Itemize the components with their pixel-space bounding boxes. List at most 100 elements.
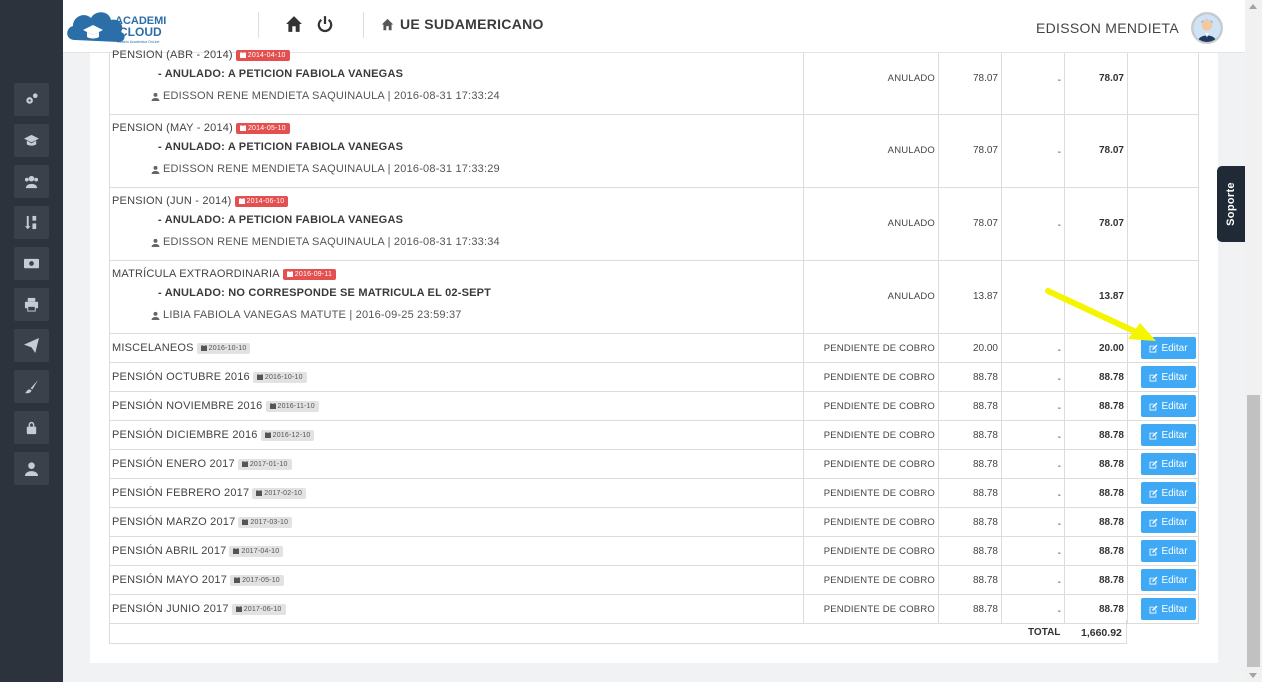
- calendar-icon: [239, 52, 246, 59]
- discount-cell: -: [1057, 519, 1061, 530]
- status-text: PENDIENTE DE COBRO: [823, 604, 935, 615]
- sidebar-button-money[interactable]: [14, 247, 49, 280]
- item-title: PENSIÓN FEBRERO 2017 2017-02-10: [112, 487, 307, 499]
- cancelled-by: EDISSON RENE MENDIETA SAQUINAULA | 2016-…: [151, 90, 500, 102]
- cancelled-by: LIBIA FABIOLA VANEGAS MATUTE | 2016-09-2…: [151, 309, 462, 321]
- date-badge-text: 2017-04-10: [241, 547, 280, 555]
- cancelled-by-text: LIBIA FABIOLA VANEGAS MATUTE | 2016-09-2…: [163, 309, 462, 321]
- header-divider: [258, 12, 259, 38]
- scroll-up-arrow[interactable]: [1249, 4, 1257, 9]
- sidebar-button-users[interactable]: [14, 165, 49, 198]
- sidebar-button-lock[interactable]: [14, 411, 49, 444]
- support-tab[interactable]: Soporte: [1217, 166, 1245, 242]
- cancelled-by-text: EDISSON RENE MENDIETA SAQUINAULA | 2016-…: [163, 163, 500, 175]
- date-badge-text: 2014-06-10: [246, 197, 285, 205]
- value-cell: 88.78: [972, 430, 998, 441]
- table-cell: [1001, 566, 1064, 594]
- status-text: PENDIENTE DE COBRO: [823, 488, 935, 499]
- cancel-reason: - ANULADO: NO CORRESPONDE SE MATRICULA E…: [158, 287, 492, 299]
- date-badge-text: 2016-11-10: [277, 402, 315, 410]
- edit-icon: [1150, 547, 1158, 555]
- date-badge-text: 2017-02-10: [264, 489, 303, 497]
- item-title: PENSIÓN ENERO 2017 2017-01-10: [112, 458, 292, 470]
- edit-button[interactable]: Editar: [1141, 540, 1196, 562]
- sidebar-button-user[interactable]: [14, 452, 49, 485]
- item-title: MATRÍCULA EXTRAORDINARIA 2016-09-11: [112, 268, 337, 280]
- item-title: PENSION (JUN - 2014) 2014-06-10: [112, 195, 289, 207]
- edit-button[interactable]: Editar: [1141, 424, 1196, 446]
- edit-icon: [1150, 576, 1158, 584]
- item-title: PENSIÓN DICIEMBRE 2016 2016-12-10: [112, 429, 315, 441]
- scroll-down-arrow[interactable]: [1249, 673, 1257, 678]
- total-cell: 88.78: [1098, 430, 1124, 441]
- avatar[interactable]: [1191, 12, 1223, 44]
- total-cell: 88.78: [1098, 575, 1124, 586]
- item-name: PENSIÓN NOVIEMBRE 2016: [112, 400, 263, 412]
- table-row: PENSION (JUN - 2014) 2014-06-10 - ANULADO:…: [109, 188, 1199, 261]
- edit-button[interactable]: Editar: [1141, 453, 1196, 475]
- table-row: PENSIÓN NOVIEMBRE 2016 2016-11-10 PENDIENT…: [109, 392, 1199, 421]
- status-text: PENDIENTE DE COBRO: [823, 372, 935, 383]
- username[interactable]: EDISSON MENDIETA: [1036, 20, 1179, 36]
- total-label: TOTAL: [1028, 627, 1061, 638]
- edit-button[interactable]: Editar: [1141, 482, 1196, 504]
- scrollbar-thumb[interactable]: [1247, 395, 1260, 667]
- item-name: PENSIÓN JUNIO 2017: [112, 603, 229, 615]
- home-icon: [381, 18, 394, 30]
- value-cell: 78.07: [972, 145, 998, 156]
- cogs-icon: [26, 93, 38, 104]
- edit-button-label: Editar: [1161, 574, 1188, 586]
- value-cell: 88.78: [972, 604, 998, 615]
- discount-cell: -: [1057, 461, 1061, 472]
- value-cell: 88.78: [972, 546, 998, 557]
- edit-button[interactable]: Editar: [1141, 366, 1196, 388]
- item-name: PENSIÓN MARZO 2017: [112, 516, 236, 528]
- table-row: PENSIÓN MAYO 2017 2017-05-10 PENDIENTE DE …: [109, 566, 1199, 595]
- date-badge-text: 2017-05-10: [242, 576, 280, 584]
- edit-button[interactable]: Editar: [1141, 569, 1196, 591]
- table-cell: [1001, 537, 1064, 565]
- sidebar-button-brush[interactable]: [14, 370, 49, 403]
- date-badge-text: 2014-05-10: [247, 124, 286, 132]
- edit-button[interactable]: Editar: [1141, 598, 1196, 620]
- home-icon[interactable]: [285, 15, 303, 33]
- edit-button-label: Editar: [1161, 342, 1188, 354]
- date-badge: 2014-06-10: [234, 195, 289, 207]
- total-cell: 88.78: [1098, 488, 1124, 499]
- cancel-reason: - ANULADO: A PETICION FABIOLA VANEGAS: [158, 141, 404, 153]
- item-title: PENSIÓN JUNIO 2017 2017-06-10: [112, 603, 286, 615]
- date-badge: 2017-01-10: [237, 458, 292, 470]
- calendar-icon: [286, 271, 293, 278]
- academicloud-logo[interactable]: ACADEMI CLOUD Gestión Académica OnLine: [63, 6, 173, 48]
- sidebar-button-print[interactable]: [14, 288, 49, 321]
- user-icon: [151, 311, 160, 320]
- item-title: PENSIÓN MARZO 2017 2017-03-10: [112, 516, 293, 528]
- sidebar-button-sort-numeric[interactable]: [14, 206, 49, 239]
- edit-button[interactable]: Editar: [1141, 395, 1196, 417]
- edit-button-label: Editar: [1161, 516, 1188, 528]
- cancelled-by-text: EDISSON RENE MENDIETA SAQUINAULA | 2016-…: [163, 236, 500, 248]
- school-selector[interactable]: UE SUDAMERICANO: [381, 16, 544, 32]
- item-title: PENSIÓN ABRIL 2017 2017-04-10: [112, 545, 284, 557]
- item-title: PENSIÓN OCTUBRE 2016 2016-10-10: [112, 371, 307, 383]
- discount-cell: -: [1057, 75, 1061, 86]
- graduation-cap-icon: [24, 134, 39, 146]
- power-icon[interactable]: [316, 15, 334, 33]
- cancelled-by: EDISSON RENE MENDIETA SAQUINAULA | 2016-…: [151, 236, 500, 248]
- calendar-icon: [264, 432, 271, 439]
- paper-plane-icon: [24, 338, 39, 353]
- value-cell: 88.78: [972, 401, 998, 412]
- sort-numeric-icon: [24, 215, 37, 230]
- item-title: PENSIÓN NOVIEMBRE 2016 2016-11-10: [112, 400, 319, 412]
- edit-button-label: Editar: [1161, 603, 1188, 615]
- sidebar-button-paper-plane[interactable]: [14, 329, 49, 362]
- sidebar-button-graduation-cap[interactable]: [14, 124, 49, 157]
- sidebar-button-cogs[interactable]: [14, 83, 49, 116]
- item-title: MISCELANEOS 2016-10-10: [112, 342, 251, 354]
- cancel-reason: - ANULADO: A PETICION FABIOLA VANEGAS: [158, 214, 404, 226]
- edit-icon: [1150, 431, 1158, 439]
- scrollbar[interactable]: [1245, 0, 1262, 682]
- edit-button[interactable]: Editar: [1141, 511, 1196, 533]
- edit-button-label: Editar: [1161, 487, 1188, 499]
- table-cell: [1001, 421, 1064, 449]
